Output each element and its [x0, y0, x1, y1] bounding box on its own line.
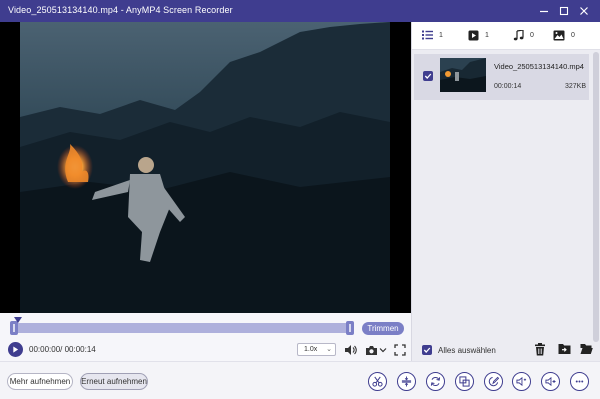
- volume-boost-button[interactable]: [541, 372, 560, 391]
- speed-select[interactable]: 1.0x ⌄: [297, 343, 336, 356]
- video-icon: [468, 30, 479, 41]
- media-stats-bar: 1 1 0 0: [412, 22, 600, 50]
- stat-image[interactable]: 0: [553, 30, 575, 41]
- chevron-down-icon: ⌄: [326, 346, 332, 353]
- fullscreen-icon: [393, 343, 406, 356]
- merge-tool-button[interactable]: [455, 372, 474, 391]
- trim-end-handle[interactable]: [346, 321, 354, 335]
- scissors-icon: [372, 376, 383, 387]
- maximize-button[interactable]: [556, 3, 572, 19]
- select-all-checkbox[interactable]: [422, 345, 432, 355]
- media-list-item[interactable]: Video_250513134140.mp4 00:00:14 327KB: [414, 54, 589, 100]
- close-button[interactable]: [576, 3, 592, 19]
- title-bar: Video_250513134140.mp4 - AnyMP4 Screen R…: [0, 0, 600, 22]
- scrollbar-thumb[interactable]: [593, 52, 599, 342]
- camera-icon: [365, 345, 377, 355]
- playhead-marker[interactable]: [14, 317, 22, 323]
- folder-move-icon: [558, 344, 570, 354]
- delete-button[interactable]: [532, 341, 548, 357]
- app-window: Video_250513134140.mp4 - AnyMP4 Screen R…: [0, 0, 600, 399]
- time-display: 00:00:00/ 00:00:14: [29, 345, 96, 354]
- item-duration: 00:00:14: [494, 83, 522, 90]
- edit-metadata-button[interactable]: [484, 372, 503, 391]
- fullscreen-button[interactable]: [393, 343, 406, 356]
- item-filesize: 327KB: [565, 83, 587, 90]
- snapshot-options-button[interactable]: [378, 344, 388, 356]
- stat-all[interactable]: 1: [422, 30, 443, 40]
- volume-icon: [344, 345, 357, 355]
- re-record-button[interactable]: Erneut aufnehmen: [80, 373, 148, 390]
- compress-icon: [401, 376, 412, 387]
- window-title: Video_250513134140.mp4 - AnyMP4 Screen R…: [8, 5, 233, 15]
- stat-audio[interactable]: 0: [513, 30, 534, 41]
- compress-tool-button[interactable]: [397, 372, 416, 391]
- select-all-label: Alles auswählen: [438, 345, 496, 355]
- stat-all-count: 1: [439, 31, 443, 39]
- video-thumbnail: [440, 58, 486, 92]
- media-list-panel: 1 1 0 0 Video_250513134140.mp4 00:00:14 …: [411, 22, 600, 361]
- trim-track[interactable]: [10, 323, 354, 333]
- more-options-button[interactable]: [570, 372, 589, 391]
- item-filename: Video_250513134140.mp4: [494, 62, 584, 71]
- stat-video[interactable]: 1: [468, 30, 489, 41]
- convert-tool-button[interactable]: [426, 372, 445, 391]
- folder-open-icon: [580, 344, 593, 354]
- speed-value: 1.0x: [304, 346, 318, 353]
- play-icon: [13, 346, 19, 353]
- trash-icon: [535, 342, 545, 355]
- stat-audio-count: 0: [530, 32, 534, 39]
- minimize-icon: [540, 10, 548, 13]
- stat-image-count: 0: [571, 32, 575, 39]
- stat-video-count: 1: [485, 32, 489, 39]
- open-folder-button[interactable]: [578, 341, 594, 357]
- close-icon: [580, 7, 588, 15]
- video-preview[interactable]: [0, 22, 411, 313]
- minimize-button[interactable]: [536, 3, 552, 19]
- cut-tool-button[interactable]: [368, 372, 387, 391]
- video-frame-image: [0, 22, 411, 313]
- checkmark-icon: [423, 347, 431, 353]
- maximize-icon: [559, 6, 569, 16]
- volume-button[interactable]: [343, 343, 357, 357]
- playback-controls: 00:00:00/ 00:00:14 1.0x ⌄: [0, 339, 411, 361]
- move-to-folder-button[interactable]: [556, 341, 572, 357]
- speaker-settings-icon: [516, 376, 527, 387]
- play-button[interactable]: [8, 342, 23, 357]
- volume-plus-icon: [545, 376, 556, 387]
- merge-icon: [459, 376, 470, 387]
- item-checkbox[interactable]: [423, 71, 433, 81]
- bottom-toolbar: Mehr aufnehmen Erneut aufnehmen: [0, 361, 600, 399]
- refresh-icon: [430, 376, 441, 387]
- chevron-down-icon: [379, 348, 387, 353]
- trim-bar: Trimmen: [0, 313, 411, 339]
- trim-start-handle[interactable]: [10, 321, 18, 335]
- more-icon: [575, 380, 584, 383]
- thumbnail-image: [440, 58, 486, 92]
- list-icon: [422, 30, 433, 40]
- edit-icon: [488, 376, 499, 387]
- music-icon: [513, 30, 524, 41]
- scrollbar[interactable]: [593, 52, 599, 342]
- checkmark-icon: [424, 73, 432, 79]
- more-record-button[interactable]: Mehr aufnehmen: [7, 373, 73, 390]
- trim-button[interactable]: Trimmen: [362, 322, 404, 335]
- image-icon: [553, 30, 565, 41]
- snapshot-button[interactable]: [364, 343, 378, 357]
- audio-settings-button[interactable]: [512, 372, 531, 391]
- select-all[interactable]: Alles auswählen: [422, 345, 496, 355]
